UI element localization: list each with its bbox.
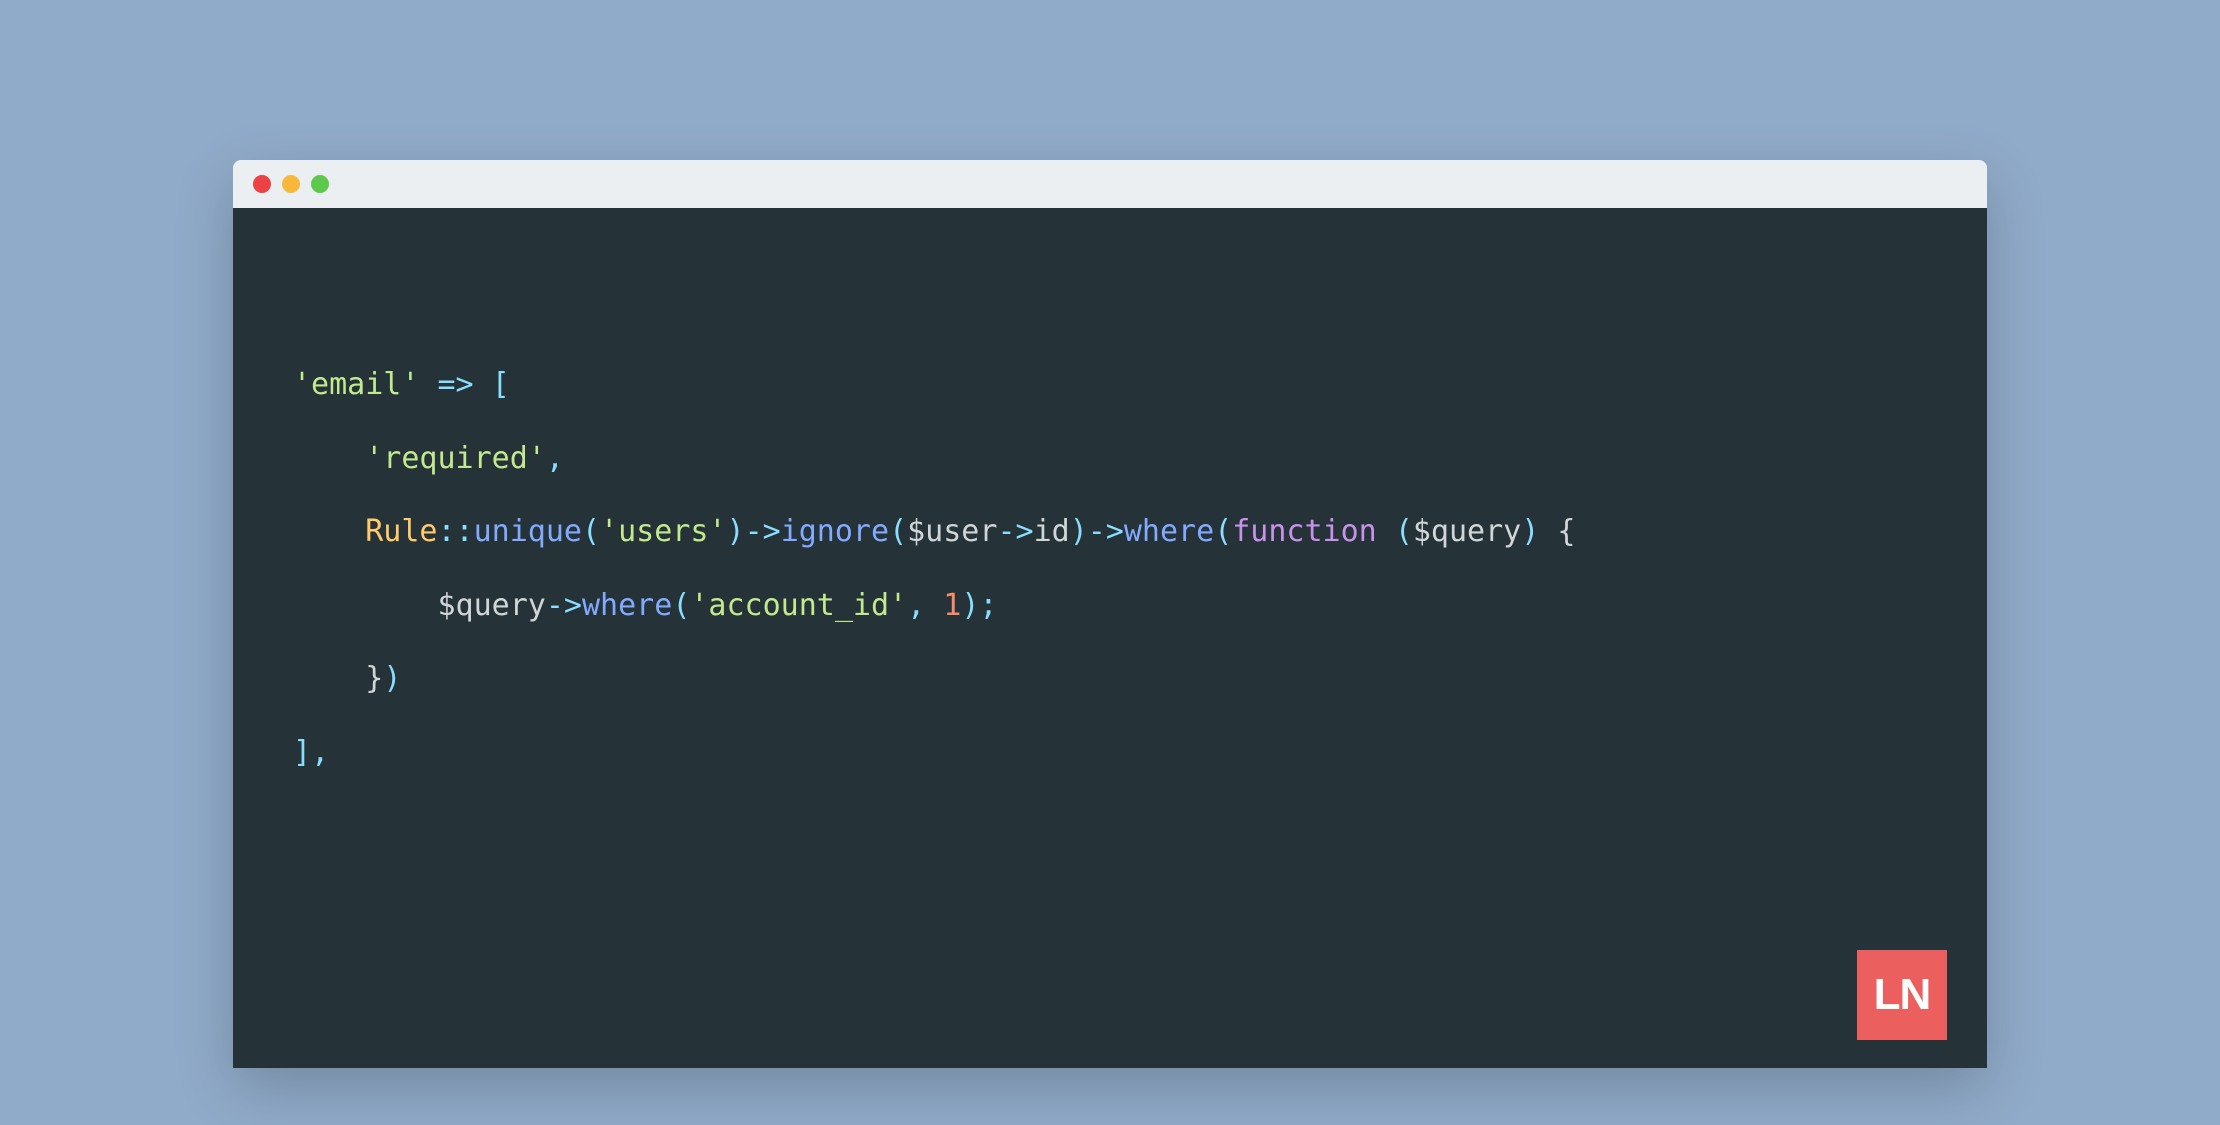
code-line-2: 'required', [293,422,1947,496]
operator-token: => [419,367,491,402]
method-token: where [1124,514,1214,549]
code-line-4: $query->where('account_id', 1); [293,569,1947,643]
code-editor: 'email' => [ 'required', Rule::unique('u… [233,208,1987,1068]
brace-token: } [365,661,383,696]
bracket-token: ] [293,735,311,770]
code-line-6: ], [293,716,1947,790]
variable-token: $query [1413,514,1521,549]
string-token: 'required' [365,441,546,476]
window-titlebar [233,160,1987,208]
code-window: 'email' => [ 'required', Rule::unique('u… [233,160,1987,1068]
keyword-token: function [1232,514,1377,549]
method-token: ignore [781,514,889,549]
brand-logo: LN [1857,950,1947,1040]
arrow-token: -> [546,588,582,623]
comma-token: , [311,735,329,770]
string-token: 'account_id' [690,588,907,623]
brand-logo-text: LN [1874,941,1931,1049]
method-token: unique [474,514,582,549]
zoom-icon[interactable] [311,175,329,193]
code-line-3: Rule::unique('users')->ignore($user->id)… [293,495,1947,569]
code-line-5: }) [293,642,1947,716]
comma-token: , [546,441,564,476]
string-token: 'users' [600,514,726,549]
scope-token: :: [438,514,474,549]
arrow-token: -> [1088,514,1124,549]
variable-token: $query [438,588,546,623]
property-token: id [1034,514,1070,549]
brace-token: { [1557,514,1575,549]
close-icon[interactable] [253,175,271,193]
number-token: 1 [943,588,961,623]
semicolon-token: ; [979,588,997,623]
class-token: Rule [365,514,437,549]
string-token: 'email' [293,367,419,402]
minimize-icon[interactable] [282,175,300,193]
bracket-token: [ [492,367,510,402]
variable-token: $user [907,514,997,549]
arrow-token: -> [745,514,781,549]
arrow-token: -> [997,514,1033,549]
method-token: where [582,588,672,623]
comma-token: , [907,588,943,623]
code-line-1: 'email' => [ [293,348,1947,422]
